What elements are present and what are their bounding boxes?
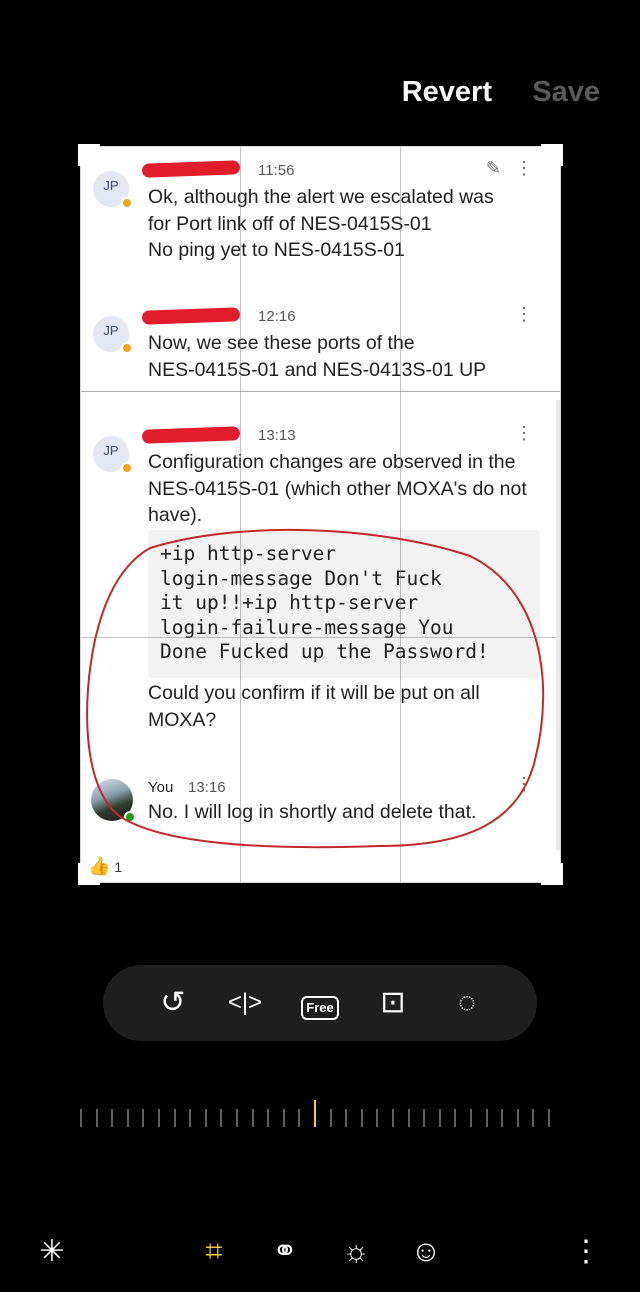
reaction-count: 1: [114, 859, 123, 875]
message-body: No. I will log in shortly and delete tha…: [148, 799, 548, 826]
more-options-icon[interactable]: ⋮: [515, 774, 533, 795]
message-line: NES-0415S-01 (which other MOXA's do not: [148, 477, 527, 500]
message-line: Could you confirm if it will be put on a…: [148, 682, 480, 704]
avatar-initials: JP: [103, 178, 119, 193]
message-time: 13:13: [258, 427, 296, 444]
more-options-icon[interactable]: ⋮: [515, 158, 533, 179]
avatar: JP: [93, 436, 133, 474]
dial-tick: [298, 1109, 301, 1127]
crop-image-area[interactable]: JP 11:56 ✎ ⋮ Ok, although the alert we e…: [80, 146, 561, 883]
dial-tick: [438, 1109, 441, 1127]
thumbs-up-icon: 👍: [88, 856, 111, 876]
dial-tick: [126, 1109, 129, 1127]
editor-bottom-bar: ✳ ⌗ ⚭ ☼ ☺ ⋮: [0, 1226, 640, 1276]
message-line: for Port link off of NES-0415S-01: [148, 212, 432, 235]
redacted-name: [141, 160, 241, 178]
lasso-icon[interactable]: ◌: [447, 983, 487, 1023]
dial-tick: [392, 1109, 394, 1127]
message-line: NES-0415S-01 and NES-0413S-01 UP: [148, 358, 487, 381]
dial-tick: [95, 1109, 98, 1127]
status-available-icon: [124, 811, 136, 823]
dial-tick: [345, 1109, 348, 1127]
dial-tick: [220, 1109, 223, 1127]
message-time: 11:56: [258, 162, 295, 179]
message-line: No ping yet to NES-0415S-01: [148, 239, 405, 261]
flip-icon[interactable]: <|>: [225, 983, 265, 1023]
message-body-continued: Could you confirm if it will be put on a…: [148, 680, 548, 733]
dial-tick: [516, 1109, 519, 1127]
crop-toolbar: ↺ <|> Free ⊡ ◌: [103, 965, 537, 1041]
message-time: 12:16: [258, 308, 296, 325]
avatar: JP: [93, 171, 133, 209]
free-label: Free: [301, 996, 339, 1020]
dial-tick: [158, 1109, 160, 1127]
dial-tick: [407, 1109, 410, 1127]
dial-center-marker: [314, 1100, 316, 1127]
crop-grid-line: [400, 146, 401, 883]
status-away-icon: [121, 342, 133, 354]
more-options-icon[interactable]: ⋮: [515, 304, 533, 325]
status-away-icon: [121, 462, 133, 474]
dial-tick: [329, 1109, 332, 1127]
revert-button[interactable]: Revert: [402, 76, 492, 109]
dial-tick: [485, 1109, 488, 1127]
crop-grid-line: [240, 146, 241, 883]
avatar-initials: JP: [103, 323, 119, 338]
more-icon[interactable]: ⋮: [566, 1232, 606, 1272]
message-line: have).: [148, 504, 203, 526]
dial-tick: [376, 1109, 379, 1127]
save-button[interactable]: Save: [532, 76, 600, 109]
sticker-icon[interactable]: ☺: [406, 1232, 446, 1272]
dial-tick: [142, 1109, 145, 1127]
more-options-icon[interactable]: ⋮: [515, 423, 533, 444]
message-line: Ok, although the alert we escalated was: [148, 186, 494, 208]
dial-tick: [204, 1109, 207, 1127]
dial-tick: [251, 1109, 254, 1127]
dial-tick: [423, 1109, 426, 1127]
free-crop-icon[interactable]: Free: [300, 983, 340, 1023]
filter-icon[interactable]: ⚭: [265, 1232, 305, 1272]
dial-tick: [532, 1109, 535, 1127]
redacted-name: [141, 307, 241, 325]
message-time: 13:16: [188, 779, 226, 796]
crop-grid-line: [80, 637, 561, 638]
dial-tick: [111, 1109, 114, 1127]
dial-tick: [236, 1109, 238, 1127]
edit-icon[interactable]: ✎: [486, 158, 501, 179]
dial-tick: [189, 1109, 192, 1127]
avatar-initials: JP: [103, 443, 119, 458]
dial-tick: [360, 1109, 363, 1127]
top-bar: Revert Save: [0, 70, 640, 118]
message-body: Now, we see these ports of the NES-0415S…: [148, 330, 548, 383]
sender-name: You: [148, 779, 174, 796]
aspect-ratio-icon[interactable]: ⊡: [373, 983, 413, 1023]
crop-icon[interactable]: ⌗: [194, 1232, 234, 1272]
dial-tick: [80, 1109, 82, 1127]
avatar: JP: [93, 316, 133, 354]
dial-tick: [282, 1109, 285, 1127]
dial-tick: [173, 1109, 176, 1127]
reaction[interactable]: 👍 1: [88, 856, 122, 877]
status-away-icon: [121, 197, 133, 209]
message-line: MOXA?: [148, 708, 217, 731]
dial-tick: [267, 1109, 270, 1127]
message-line: Configuration changes are observed in th…: [148, 451, 516, 473]
message-line: Now, we see these ports of the: [148, 332, 415, 354]
message-line: No. I will log in shortly and delete tha…: [148, 801, 477, 823]
code-block: +ip http-server login-message Don't Fuck…: [148, 530, 540, 678]
dial-tick: [548, 1109, 550, 1127]
crop-grid-line: [80, 391, 561, 392]
dial-tick: [454, 1109, 457, 1127]
straighten-dial[interactable]: [80, 1100, 550, 1130]
message-body: Configuration changes are observed in th…: [148, 449, 548, 529]
message-body: Ok, although the alert we escalated was …: [148, 184, 548, 264]
rotate-icon[interactable]: ↺: [153, 983, 193, 1023]
dial-tick: [470, 1109, 472, 1127]
avatar: [91, 779, 136, 823]
brightness-icon[interactable]: ☼: [336, 1232, 376, 1272]
dial-tick: [501, 1109, 504, 1127]
redacted-name: [141, 426, 241, 444]
auto-enhance-icon[interactable]: ✳: [32, 1232, 72, 1272]
